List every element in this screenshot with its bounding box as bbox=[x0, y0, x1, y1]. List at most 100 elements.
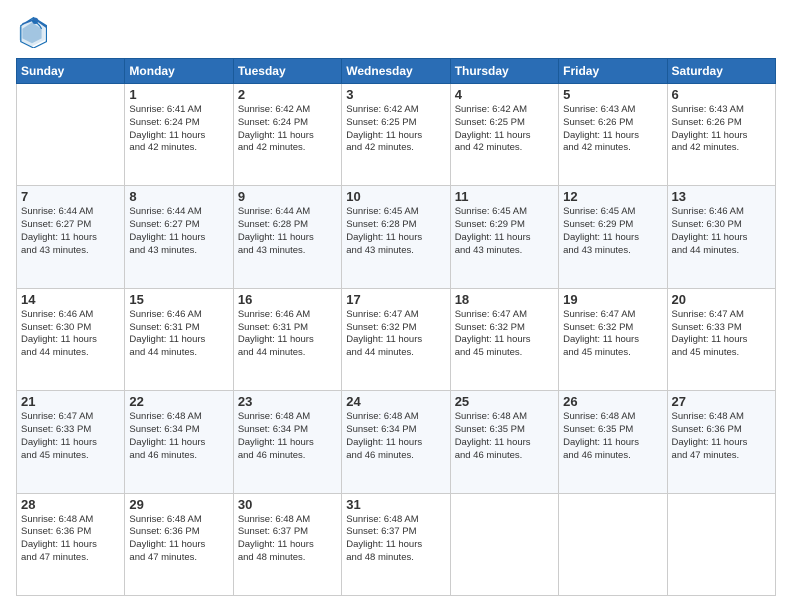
day-info: Sunrise: 6:48 AM Sunset: 6:34 PM Dayligh… bbox=[346, 411, 445, 462]
calendar-cell: 23Sunrise: 6:48 AM Sunset: 6:34 PM Dayli… bbox=[233, 391, 341, 493]
day-info: Sunrise: 6:42 AM Sunset: 6:24 PM Dayligh… bbox=[238, 104, 337, 155]
calendar-cell: 1 Sunrise: 6:41 AM Sunset: 6:24 PM Daylig… bbox=[125, 84, 233, 186]
calendar-cell: 11 Sunrise: 6:45 AM Sunset: 6:29 PM Dayli… bbox=[450, 186, 558, 288]
calendar-cell: 21 Sunrise: 6:47 AM Sunset: 6:33 PM Dayli… bbox=[17, 391, 125, 493]
day-number: 13 bbox=[672, 189, 771, 204]
calendar-cell bbox=[559, 493, 667, 595]
day-number: 29 bbox=[129, 497, 228, 512]
col-monday: Monday bbox=[125, 59, 233, 84]
calendar-cell: 5 Sunrise: 6:43 AM Sunset: 6:26 PM Daylig… bbox=[559, 84, 667, 186]
day-number: 19 bbox=[563, 292, 662, 307]
calendar-cell: 6 Sunrise: 6:43 AM Sunset: 6:26 PM Daylig… bbox=[667, 84, 775, 186]
calendar-cell: 27 Sunrise: 6:48 AM Sunset: 6:36 PM Dayli… bbox=[667, 391, 775, 493]
day-info: Sunrise: 6:43 AM Sunset: 6:26 PM Dayligh… bbox=[563, 104, 662, 155]
day-info: Sunrise: 6:48 AM Sunset: 6:35 PM Dayligh… bbox=[563, 411, 662, 462]
day-number: 6 bbox=[672, 87, 771, 102]
day-info: Sunrise: 6:48 AM Sunset: 6:35 PM Dayligh… bbox=[455, 411, 554, 462]
calendar-cell: 4 Sunrise: 6:42 AM Sunset: 6:25 PM Daylig… bbox=[450, 84, 558, 186]
day-number: 4 bbox=[455, 87, 554, 102]
day-number: 2 bbox=[238, 87, 337, 102]
day-info: Sunrise: 6:45 AM Sunset: 6:29 PM Dayligh… bbox=[455, 206, 554, 257]
logo bbox=[16, 16, 52, 48]
day-info: Sunrise: 6:46 AM Sunset: 6:30 PM Dayligh… bbox=[21, 309, 120, 360]
day-info: Sunrise: 6:45 AM Sunset: 6:28 PM Dayligh… bbox=[346, 206, 445, 257]
day-number: 21 bbox=[21, 394, 120, 409]
day-info: Sunrise: 6:48 AM Sunset: 6:34 PM Dayligh… bbox=[129, 411, 228, 462]
day-number: 28 bbox=[21, 497, 120, 512]
day-number: 15 bbox=[129, 292, 228, 307]
day-number: 30 bbox=[238, 497, 337, 512]
calendar-cell: 14Sunrise: 6:46 AM Sunset: 6:30 PM Dayli… bbox=[17, 288, 125, 390]
week-row-1: 1 Sunrise: 6:41 AM Sunset: 6:24 PM Daylig… bbox=[17, 84, 776, 186]
calendar-cell: 25 Sunrise: 6:48 AM Sunset: 6:35 PM Dayli… bbox=[450, 391, 558, 493]
day-info: Sunrise: 6:48 AM Sunset: 6:36 PM Dayligh… bbox=[672, 411, 771, 462]
day-number: 16 bbox=[238, 292, 337, 307]
day-info: Sunrise: 6:45 AM Sunset: 6:29 PM Dayligh… bbox=[563, 206, 662, 257]
day-number: 17 bbox=[346, 292, 445, 307]
calendar-cell: 10 Sunrise: 6:45 AM Sunset: 6:28 PM Dayli… bbox=[342, 186, 450, 288]
day-number: 5 bbox=[563, 87, 662, 102]
day-info: Sunrise: 6:42 AM Sunset: 6:25 PM Dayligh… bbox=[346, 104, 445, 155]
day-number: 10 bbox=[346, 189, 445, 204]
day-info: Sunrise: 6:48 AM Sunset: 6:36 PM Dayligh… bbox=[21, 514, 120, 565]
calendar-cell: 18 Sunrise: 6:47 AM Sunset: 6:32 PM Dayli… bbox=[450, 288, 558, 390]
day-info: Sunrise: 6:46 AM Sunset: 6:31 PM Dayligh… bbox=[238, 309, 337, 360]
calendar-cell: 17Sunrise: 6:47 AM Sunset: 6:32 PM Dayli… bbox=[342, 288, 450, 390]
col-wednesday: Wednesday bbox=[342, 59, 450, 84]
week-row-4: 21 Sunrise: 6:47 AM Sunset: 6:33 PM Dayli… bbox=[17, 391, 776, 493]
calendar-cell: 13 Sunrise: 6:46 AM Sunset: 6:30 PM Dayli… bbox=[667, 186, 775, 288]
day-number: 26 bbox=[563, 394, 662, 409]
calendar-cell: 7Sunrise: 6:44 AM Sunset: 6:27 PM Daylig… bbox=[17, 186, 125, 288]
day-info: Sunrise: 6:47 AM Sunset: 6:33 PM Dayligh… bbox=[672, 309, 771, 360]
day-number: 3 bbox=[346, 87, 445, 102]
calendar-cell bbox=[667, 493, 775, 595]
calendar-table: Sunday Monday Tuesday Wednesday Thursday… bbox=[16, 58, 776, 596]
calendar-cell: 22 Sunrise: 6:48 AM Sunset: 6:34 PM Dayli… bbox=[125, 391, 233, 493]
day-number: 25 bbox=[455, 394, 554, 409]
day-info: Sunrise: 6:47 AM Sunset: 6:33 PM Dayligh… bbox=[21, 411, 120, 462]
day-info: Sunrise: 6:47 AM Sunset: 6:32 PM Dayligh… bbox=[455, 309, 554, 360]
day-number: 8 bbox=[129, 189, 228, 204]
day-number: 7 bbox=[21, 189, 120, 204]
calendar-cell: 28 Sunrise: 6:48 AM Sunset: 6:36 PM Dayli… bbox=[17, 493, 125, 595]
calendar-cell: 19Sunrise: 6:47 AM Sunset: 6:32 PM Dayli… bbox=[559, 288, 667, 390]
day-info: Sunrise: 6:42 AM Sunset: 6:25 PM Dayligh… bbox=[455, 104, 554, 155]
day-number: 24 bbox=[346, 394, 445, 409]
calendar-cell: 29Sunrise: 6:48 AM Sunset: 6:36 PM Dayli… bbox=[125, 493, 233, 595]
header-row: Sunday Monday Tuesday Wednesday Thursday… bbox=[17, 59, 776, 84]
day-number: 20 bbox=[672, 292, 771, 307]
day-number: 23 bbox=[238, 394, 337, 409]
day-number: 12 bbox=[563, 189, 662, 204]
calendar-cell: 30 Sunrise: 6:48 AM Sunset: 6:37 PM Dayli… bbox=[233, 493, 341, 595]
day-info: Sunrise: 6:46 AM Sunset: 6:31 PM Dayligh… bbox=[129, 309, 228, 360]
calendar-cell: 12 Sunrise: 6:45 AM Sunset: 6:29 PM Dayli… bbox=[559, 186, 667, 288]
day-info: Sunrise: 6:48 AM Sunset: 6:37 PM Dayligh… bbox=[346, 514, 445, 565]
logo-icon bbox=[16, 16, 48, 48]
day-info: Sunrise: 6:46 AM Sunset: 6:30 PM Dayligh… bbox=[672, 206, 771, 257]
col-sunday: Sunday bbox=[17, 59, 125, 84]
calendar-cell: 15 Sunrise: 6:46 AM Sunset: 6:31 PM Dayli… bbox=[125, 288, 233, 390]
day-info: Sunrise: 6:43 AM Sunset: 6:26 PM Dayligh… bbox=[672, 104, 771, 155]
page: Sunday Monday Tuesday Wednesday Thursday… bbox=[0, 0, 792, 612]
col-saturday: Saturday bbox=[667, 59, 775, 84]
day-number: 1 bbox=[129, 87, 228, 102]
calendar-cell: 16 Sunrise: 6:46 AM Sunset: 6:31 PM Dayli… bbox=[233, 288, 341, 390]
day-number: 27 bbox=[672, 394, 771, 409]
calendar-cell bbox=[450, 493, 558, 595]
day-number: 22 bbox=[129, 394, 228, 409]
calendar-cell: 9 Sunrise: 6:44 AM Sunset: 6:28 PM Daylig… bbox=[233, 186, 341, 288]
calendar-cell: 3 Sunrise: 6:42 AM Sunset: 6:25 PM Daylig… bbox=[342, 84, 450, 186]
day-info: Sunrise: 6:48 AM Sunset: 6:37 PM Dayligh… bbox=[238, 514, 337, 565]
day-number: 18 bbox=[455, 292, 554, 307]
day-number: 9 bbox=[238, 189, 337, 204]
calendar-cell: 20 Sunrise: 6:47 AM Sunset: 6:33 PM Dayli… bbox=[667, 288, 775, 390]
day-info: Sunrise: 6:41 AM Sunset: 6:24 PM Dayligh… bbox=[129, 104, 228, 155]
col-friday: Friday bbox=[559, 59, 667, 84]
calendar-cell: 2 Sunrise: 6:42 AM Sunset: 6:24 PM Daylig… bbox=[233, 84, 341, 186]
day-number: 11 bbox=[455, 189, 554, 204]
week-row-5: 28 Sunrise: 6:48 AM Sunset: 6:36 PM Dayli… bbox=[17, 493, 776, 595]
week-row-3: 14Sunrise: 6:46 AM Sunset: 6:30 PM Dayli… bbox=[17, 288, 776, 390]
col-tuesday: Tuesday bbox=[233, 59, 341, 84]
day-info: Sunrise: 6:44 AM Sunset: 6:27 PM Dayligh… bbox=[129, 206, 228, 257]
day-info: Sunrise: 6:44 AM Sunset: 6:28 PM Dayligh… bbox=[238, 206, 337, 257]
